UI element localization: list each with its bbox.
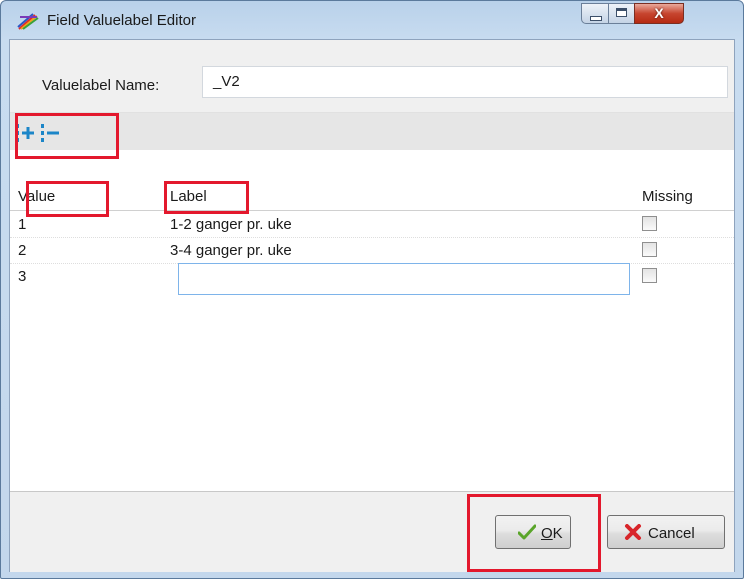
- remove-row-icon[interactable]: [39, 121, 61, 145]
- minimize-icon: [590, 16, 602, 21]
- grid-header: Value Label Missing: [10, 180, 734, 211]
- dialog-window: Field Valuelabel Editor X Valuelabel Nam…: [0, 0, 744, 579]
- window-title: Field Valuelabel Editor: [47, 12, 196, 29]
- add-row-icon[interactable]: [14, 121, 36, 145]
- ok-mnemonic: O: [541, 525, 553, 542]
- toolbar: [10, 112, 734, 151]
- table-row[interactable]: 3: [10, 263, 734, 297]
- value-cell[interactable]: 2: [18, 242, 26, 259]
- close-button[interactable]: X: [634, 3, 684, 24]
- label-cell[interactable]: 3-4 ganger pr. uke: [170, 242, 292, 259]
- column-header-missing[interactable]: Missing: [642, 188, 693, 205]
- cancel-button-label: Cancel: [648, 525, 695, 542]
- missing-checkbox[interactable]: [642, 216, 657, 231]
- cancel-button[interactable]: Cancel: [607, 515, 725, 549]
- ok-label-rest: K: [552, 525, 563, 542]
- label-edit-input[interactable]: [178, 263, 630, 295]
- column-header-value[interactable]: Value: [18, 188, 55, 205]
- label-cell[interactable]: 1-2 ganger pr. uke: [170, 216, 292, 233]
- maximize-icon: [616, 8, 627, 17]
- maximize-button[interactable]: [608, 3, 635, 24]
- title-bar[interactable]: Field Valuelabel Editor X: [1, 1, 743, 39]
- ok-button[interactable]: OK: [495, 515, 571, 549]
- checkmark-icon: [518, 524, 536, 540]
- missing-checkbox[interactable]: [642, 268, 657, 283]
- valuelabel-grid: Value Label Missing 1 1-2 ganger pr. uke…: [10, 150, 734, 491]
- value-cell[interactable]: 1: [18, 216, 26, 233]
- table-row[interactable]: 1 1-2 ganger pr. uke: [10, 211, 734, 238]
- value-cell[interactable]: 3: [18, 268, 26, 285]
- red-x-icon: [625, 524, 641, 540]
- missing-checkbox[interactable]: [642, 242, 657, 257]
- close-icon: X: [654, 5, 664, 21]
- table-row[interactable]: 2 3-4 ganger pr. uke: [10, 237, 734, 264]
- button-bar: OK Cancel: [10, 491, 734, 572]
- valuelabel-name-input[interactable]: _V2: [202, 66, 728, 98]
- dialog-body: Valuelabel Name: _V2 Value Label Missing…: [9, 39, 735, 572]
- minimize-button[interactable]: [581, 3, 609, 24]
- column-header-label[interactable]: Label: [170, 188, 207, 205]
- rainbow-pen-icon: [17, 13, 39, 30]
- ok-button-label: OK: [541, 525, 563, 542]
- valuelabel-name-label: Valuelabel Name:: [42, 77, 160, 94]
